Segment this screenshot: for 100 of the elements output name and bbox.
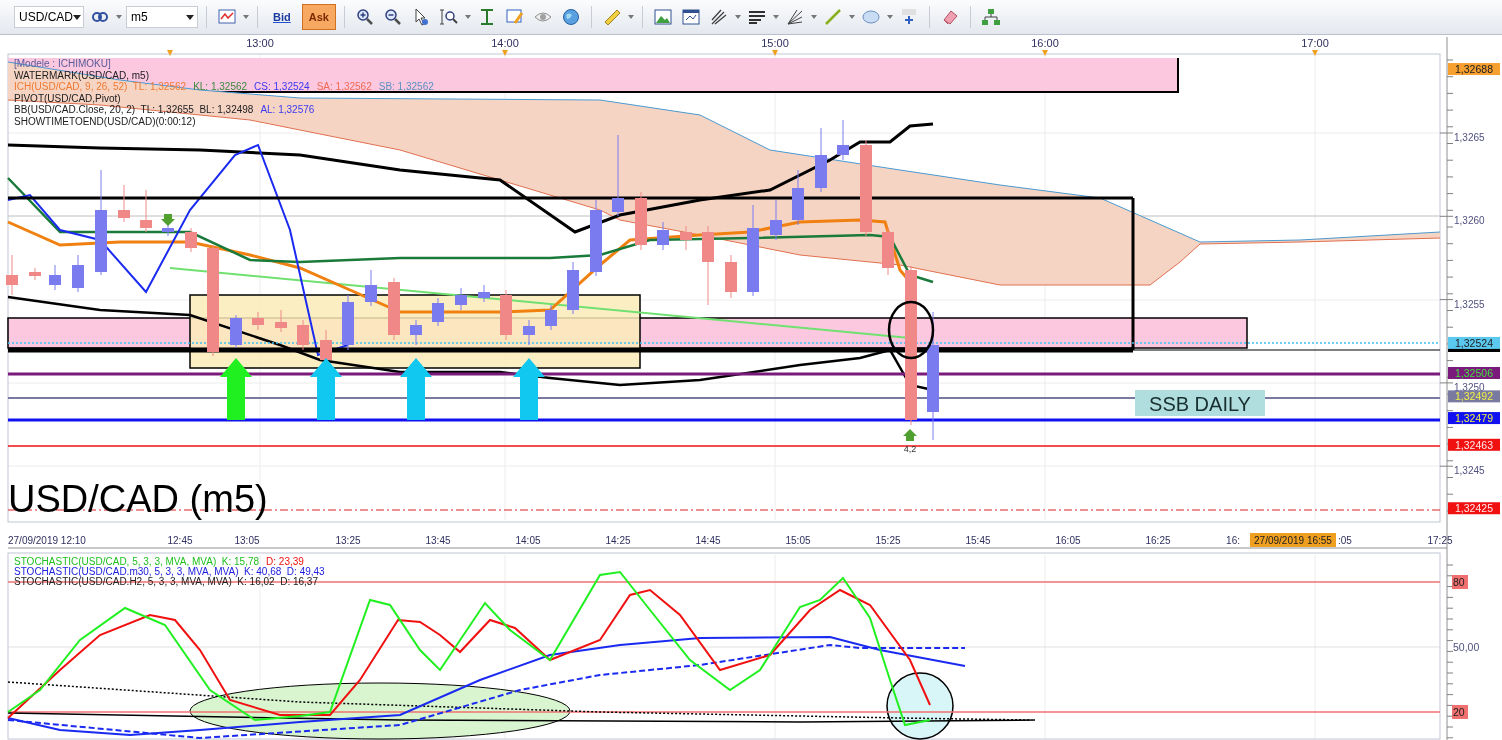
price-marker-label: 1,32479 [1455, 412, 1493, 425]
candle [118, 184, 130, 223]
highlight-circle [886, 672, 954, 740]
time-label: 13:00 [246, 37, 274, 49]
candle [837, 119, 849, 161]
caret-icon[interactable] [116, 15, 122, 19]
candle [49, 264, 61, 291]
candle [478, 284, 490, 303]
time-label: 17:25 [1427, 535, 1453, 546]
up-arrow-icon [220, 358, 252, 420]
indicator-legend-text: KL: 1,32562 [193, 81, 248, 92]
candle [523, 319, 535, 346]
candle [140, 189, 152, 233]
time-label: 16:05 [1055, 535, 1081, 546]
price-label: 1,3255 [1454, 298, 1485, 310]
candle [230, 314, 242, 349]
up-arrow-icon [400, 358, 432, 420]
candle [725, 254, 737, 299]
time-label: 16:00 [1031, 37, 1059, 49]
price-label: 1,3265 [1454, 132, 1485, 143]
price-marker-label: 1,32688 [1455, 63, 1493, 76]
time-marker-icon [772, 50, 778, 56]
caret-icon [73, 14, 81, 20]
indicator-legend-text: STOCHASTIC(USD/CAD, 5, 3, 3, MVA, MVA) K: 15,78 [14, 556, 260, 567]
caret-icon[interactable] [848, 15, 855, 19]
up-arrow-icon [513, 358, 545, 420]
candle [185, 227, 197, 253]
price-marker-label: 1,32492 [1455, 390, 1493, 403]
price-marker-label: 1,32463 [1455, 438, 1493, 451]
symbol-dropdown[interactable]: USD/CAD [14, 6, 84, 28]
time-label: 17:00 [1301, 37, 1329, 49]
price-marker-label: 1,32524 [1455, 336, 1493, 349]
caret-icon[interactable] [464, 15, 471, 19]
caret-icon[interactable] [627, 15, 634, 19]
level-label: 20 [1453, 706, 1465, 718]
time-label: 16: [1226, 535, 1240, 546]
time-label: 14:00 [491, 37, 519, 49]
time-label: 12:45 [167, 535, 193, 546]
candle [770, 199, 782, 241]
price-marker-label: 1,32425 [1455, 502, 1493, 515]
candle [162, 223, 174, 237]
caret-icon[interactable] [810, 15, 817, 19]
down-arrow-icon [161, 214, 175, 226]
bar-label: 4,2 [903, 444, 917, 454]
price-label: 1,3250 [1454, 381, 1485, 393]
cursor-time-label: 27/09/2019 16:55 [1250, 533, 1336, 547]
caret-icon [186, 14, 194, 20]
candle [792, 169, 804, 226]
time-label: 15:45 [965, 535, 991, 546]
candle [815, 127, 827, 193]
caret-icon[interactable] [772, 15, 779, 19]
candle [6, 254, 18, 296]
price-marker-label: 1,32506 [1455, 367, 1493, 379]
candle [882, 227, 894, 276]
time-label: 27/09/2019 12:10 [8, 535, 86, 546]
candle [545, 304, 557, 331]
chart-title: USD/CAD (m5) [8, 478, 268, 520]
candle [72, 254, 84, 293]
up-arrow-icon [310, 358, 342, 420]
highlight-ellipse [887, 300, 935, 360]
time-label: 14:45 [695, 535, 721, 546]
time-label: :05 [1338, 535, 1352, 546]
candle [635, 191, 647, 251]
time-marker-icon [1312, 50, 1318, 56]
time-label: 14:25 [605, 535, 631, 546]
chart-annotation: SSB DAILY [1135, 390, 1265, 416]
time-label: 13:25 [335, 535, 361, 546]
price-label: 1,3245 [1454, 465, 1485, 477]
up-arrow-icon [903, 429, 917, 441]
ask-button[interactable]: Ask [301, 4, 336, 30]
caret-icon[interactable] [243, 15, 249, 19]
time-label: 15:00 [761, 37, 789, 49]
time-label: 13:45 [425, 535, 451, 546]
candle [432, 297, 444, 327]
indicator-legend-text: SHOWTIMETOEND(USD/CAD)(0:00:12) [14, 115, 196, 127]
indicator-legend-text: SB: 1,32562 [378, 81, 434, 92]
candle [275, 309, 287, 333]
time-marker-icon [1042, 50, 1048, 56]
time-marker-icon [502, 50, 508, 56]
candle [297, 319, 309, 351]
candle [252, 311, 264, 331]
candle [657, 221, 669, 251]
time-label: 15:25 [875, 535, 901, 546]
caret-icon[interactable] [734, 15, 741, 19]
caret-icon[interactable] [886, 15, 893, 19]
level-label: 80 [1453, 576, 1465, 588]
indicator-legend-text: PIVOT(USD/CAD,Pivot) [14, 92, 121, 104]
indicator-legend-text: CS: 1,32524 [254, 81, 310, 92]
candle [500, 289, 512, 341]
candle [680, 225, 692, 251]
candle [365, 269, 377, 307]
indicator-legend-text: AL: 1,32576 [260, 104, 315, 115]
candle [342, 294, 354, 351]
candle [29, 267, 41, 281]
time-label: 13:05 [234, 535, 260, 546]
candle [455, 287, 467, 311]
indicator-legend-text: SA: 1,32562 [316, 81, 372, 92]
candle [388, 277, 400, 341]
bid-button[interactable]: Bid [266, 4, 298, 30]
timeframe-dropdown[interactable]: m5 [126, 6, 198, 28]
